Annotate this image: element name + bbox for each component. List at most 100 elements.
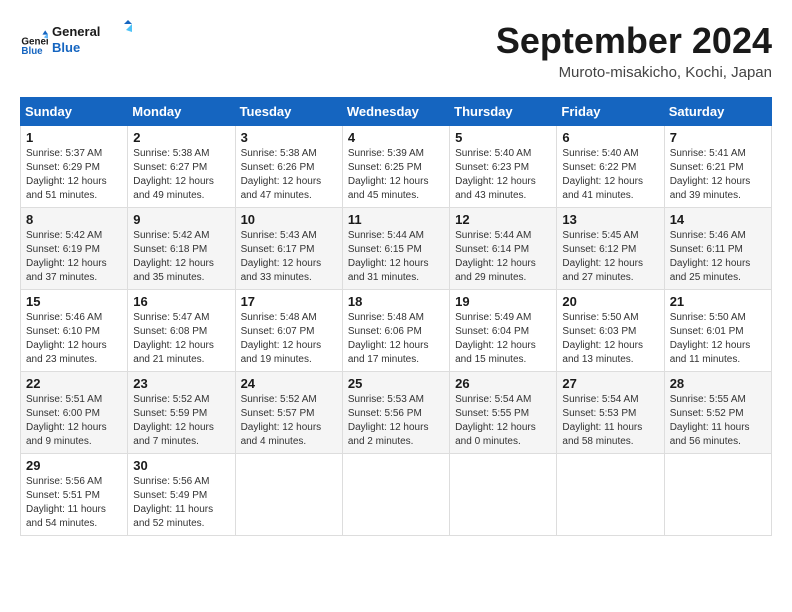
day-info: Sunrise: 5:56 AM Sunset: 5:49 PM Dayligh…: [133, 475, 229, 531]
day-info: Sunrise: 5:52 AM Sunset: 5:57 PM Dayligh…: [241, 393, 337, 449]
day-number: 22: [26, 376, 122, 391]
day-cell-4: 4 Sunrise: 5:39 AM Sunset: 6:25 PM Dayli…: [342, 126, 449, 208]
day-info: Sunrise: 5:56 AM Sunset: 5:51 PM Dayligh…: [26, 475, 122, 531]
day-cell-3: 3 Sunrise: 5:38 AM Sunset: 6:26 PM Dayli…: [235, 126, 342, 208]
logo-svg: General Blue: [52, 20, 132, 60]
day-number: 26: [455, 376, 551, 391]
day-cell-6: 6 Sunrise: 5:40 AM Sunset: 6:22 PM Dayli…: [557, 126, 664, 208]
day-info: Sunrise: 5:50 AM Sunset: 6:01 PM Dayligh…: [670, 311, 766, 367]
day-number: 25: [348, 376, 444, 391]
day-cell-9: 9 Sunrise: 5:42 AM Sunset: 6:18 PM Dayli…: [128, 208, 235, 290]
day-number: 10: [241, 212, 337, 227]
day-cell-29: 29 Sunrise: 5:56 AM Sunset: 5:51 PM Dayl…: [21, 454, 128, 536]
day-number: 29: [26, 458, 122, 473]
svg-text:Blue: Blue: [52, 40, 80, 55]
day-cell-27: 27 Sunrise: 5:54 AM Sunset: 5:53 PM Dayl…: [557, 372, 664, 454]
location-title: Muroto-misakicho, Kochi, Japan: [496, 64, 772, 81]
header-sunday: Sunday: [21, 98, 128, 126]
weekday-header-row: Sunday Monday Tuesday Wednesday Thursday…: [21, 98, 772, 126]
title-area: September 2024 Muroto-misakicho, Kochi, …: [496, 20, 772, 81]
day-info: Sunrise: 5:37 AM Sunset: 6:29 PM Dayligh…: [26, 147, 122, 203]
day-cell-24: 24 Sunrise: 5:52 AM Sunset: 5:57 PM Dayl…: [235, 372, 342, 454]
day-number: 18: [348, 294, 444, 309]
header: General Blue General Blue September 2024…: [20, 20, 772, 81]
header-tuesday: Tuesday: [235, 98, 342, 126]
day-number: 23: [133, 376, 229, 391]
header-wednesday: Wednesday: [342, 98, 449, 126]
header-monday: Monday: [128, 98, 235, 126]
day-cell-30: 30 Sunrise: 5:56 AM Sunset: 5:49 PM Dayl…: [128, 454, 235, 536]
day-number: 2: [133, 130, 229, 145]
day-number: 12: [455, 212, 551, 227]
day-info: Sunrise: 5:50 AM Sunset: 6:03 PM Dayligh…: [562, 311, 658, 367]
day-number: 7: [670, 130, 766, 145]
day-info: Sunrise: 5:42 AM Sunset: 6:18 PM Dayligh…: [133, 229, 229, 285]
day-info: Sunrise: 5:47 AM Sunset: 6:08 PM Dayligh…: [133, 311, 229, 367]
day-cell-23: 23 Sunrise: 5:52 AM Sunset: 5:59 PM Dayl…: [128, 372, 235, 454]
day-info: Sunrise: 5:40 AM Sunset: 6:23 PM Dayligh…: [455, 147, 551, 203]
day-cell-26: 26 Sunrise: 5:54 AM Sunset: 5:55 PM Dayl…: [450, 372, 557, 454]
day-info: Sunrise: 5:44 AM Sunset: 6:14 PM Dayligh…: [455, 229, 551, 285]
day-cell-17: 17 Sunrise: 5:48 AM Sunset: 6:07 PM Dayl…: [235, 290, 342, 372]
day-number: 4: [348, 130, 444, 145]
day-number: 24: [241, 376, 337, 391]
day-cell-25: 25 Sunrise: 5:53 AM Sunset: 5:56 PM Dayl…: [342, 372, 449, 454]
day-number: 6: [562, 130, 658, 145]
header-saturday: Saturday: [664, 98, 771, 126]
day-number: 8: [26, 212, 122, 227]
day-number: 16: [133, 294, 229, 309]
day-number: 5: [455, 130, 551, 145]
day-info: Sunrise: 5:49 AM Sunset: 6:04 PM Dayligh…: [455, 311, 551, 367]
day-info: Sunrise: 5:43 AM Sunset: 6:17 PM Dayligh…: [241, 229, 337, 285]
day-info: Sunrise: 5:44 AM Sunset: 6:15 PM Dayligh…: [348, 229, 444, 285]
day-number: 9: [133, 212, 229, 227]
svg-text:Blue: Blue: [21, 46, 43, 57]
day-number: 13: [562, 212, 658, 227]
day-cell-15: 15 Sunrise: 5:46 AM Sunset: 6:10 PM Dayl…: [21, 290, 128, 372]
calendar-row-3: 15 Sunrise: 5:46 AM Sunset: 6:10 PM Dayl…: [21, 290, 772, 372]
day-number: 15: [26, 294, 122, 309]
day-info: Sunrise: 5:39 AM Sunset: 6:25 PM Dayligh…: [348, 147, 444, 203]
day-info: Sunrise: 5:55 AM Sunset: 5:52 PM Dayligh…: [670, 393, 766, 449]
day-cell-12: 12 Sunrise: 5:44 AM Sunset: 6:14 PM Dayl…: [450, 208, 557, 290]
day-number: 30: [133, 458, 229, 473]
month-title: September 2024: [496, 20, 772, 62]
day-number: 27: [562, 376, 658, 391]
header-friday: Friday: [557, 98, 664, 126]
day-cell-18: 18 Sunrise: 5:48 AM Sunset: 6:06 PM Dayl…: [342, 290, 449, 372]
day-cell-19: 19 Sunrise: 5:49 AM Sunset: 6:04 PM Dayl…: [450, 290, 557, 372]
day-info: Sunrise: 5:52 AM Sunset: 5:59 PM Dayligh…: [133, 393, 229, 449]
calendar-row-4: 22 Sunrise: 5:51 AM Sunset: 6:00 PM Dayl…: [21, 372, 772, 454]
day-info: Sunrise: 5:54 AM Sunset: 5:55 PM Dayligh…: [455, 393, 551, 449]
day-cell-13: 13 Sunrise: 5:45 AM Sunset: 6:12 PM Dayl…: [557, 208, 664, 290]
day-cell-8: 8 Sunrise: 5:42 AM Sunset: 6:19 PM Dayli…: [21, 208, 128, 290]
day-cell-14: 14 Sunrise: 5:46 AM Sunset: 6:11 PM Dayl…: [664, 208, 771, 290]
svg-text:General: General: [52, 24, 100, 39]
calendar-table: Sunday Monday Tuesday Wednesday Thursday…: [20, 97, 772, 536]
day-number: 14: [670, 212, 766, 227]
logo-icon: General Blue: [20, 29, 48, 57]
day-number: 19: [455, 294, 551, 309]
day-cell-22: 22 Sunrise: 5:51 AM Sunset: 6:00 PM Dayl…: [21, 372, 128, 454]
day-info: Sunrise: 5:46 AM Sunset: 6:10 PM Dayligh…: [26, 311, 122, 367]
day-number: 21: [670, 294, 766, 309]
day-info: Sunrise: 5:38 AM Sunset: 6:26 PM Dayligh…: [241, 147, 337, 203]
day-info: Sunrise: 5:42 AM Sunset: 6:19 PM Dayligh…: [26, 229, 122, 285]
calendar-row-2: 8 Sunrise: 5:42 AM Sunset: 6:19 PM Dayli…: [21, 208, 772, 290]
day-cell-20: 20 Sunrise: 5:50 AM Sunset: 6:03 PM Dayl…: [557, 290, 664, 372]
calendar-row-5: 29 Sunrise: 5:56 AM Sunset: 5:51 PM Dayl…: [21, 454, 772, 536]
day-number: 11: [348, 212, 444, 227]
day-number: 1: [26, 130, 122, 145]
day-cell-11: 11 Sunrise: 5:44 AM Sunset: 6:15 PM Dayl…: [342, 208, 449, 290]
day-cell-1: 1 Sunrise: 5:37 AM Sunset: 6:29 PM Dayli…: [21, 126, 128, 208]
day-cell-7: 7 Sunrise: 5:41 AM Sunset: 6:21 PM Dayli…: [664, 126, 771, 208]
day-number: 20: [562, 294, 658, 309]
day-info: Sunrise: 5:41 AM Sunset: 6:21 PM Dayligh…: [670, 147, 766, 203]
day-cell-21: 21 Sunrise: 5:50 AM Sunset: 6:01 PM Dayl…: [664, 290, 771, 372]
day-info: Sunrise: 5:38 AM Sunset: 6:27 PM Dayligh…: [133, 147, 229, 203]
day-cell-10: 10 Sunrise: 5:43 AM Sunset: 6:17 PM Dayl…: [235, 208, 342, 290]
day-info: Sunrise: 5:51 AM Sunset: 6:00 PM Dayligh…: [26, 393, 122, 449]
day-number: 17: [241, 294, 337, 309]
day-info: Sunrise: 5:40 AM Sunset: 6:22 PM Dayligh…: [562, 147, 658, 203]
day-cell-2: 2 Sunrise: 5:38 AM Sunset: 6:27 PM Dayli…: [128, 126, 235, 208]
